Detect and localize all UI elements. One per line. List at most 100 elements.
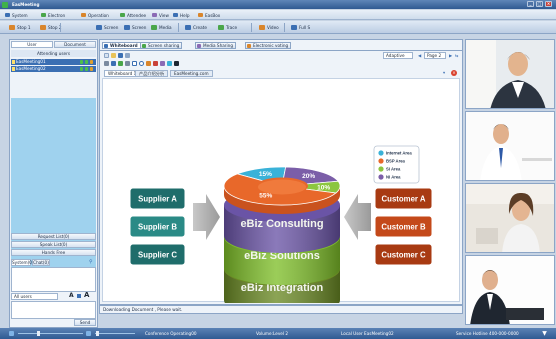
line-width-icon[interactable] <box>167 61 172 66</box>
supplier-label: Supplier B <box>138 223 177 232</box>
menu-help[interactable]: Help <box>172 12 190 19</box>
toolbar-create-button[interactable]: Create <box>184 23 207 32</box>
tab-electronic-voting[interactable]: Electronic voting <box>245 42 292 49</box>
microphone-icon[interactable] <box>86 331 91 336</box>
attendee-name: EasMeeting02 <box>16 66 46 71</box>
title-bar: EasMeeting _ □ × <box>0 0 556 9</box>
eraser-icon[interactable] <box>153 61 158 66</box>
hands-free-button[interactable]: Hands Free <box>11 249 96 256</box>
toolbar-screen-button[interactable]: Screen <box>95 23 118 32</box>
text-icon[interactable] <box>146 61 151 66</box>
toolbar-video-button[interactable]: Video <box>258 23 279 32</box>
hand-icon[interactable] <box>90 60 93 64</box>
microphone-volume-thumb[interactable] <box>96 331 99 336</box>
tab-system-chat[interactable]: System(0) <box>11 259 34 266</box>
image-icon[interactable] <box>160 61 165 66</box>
toolbar-trace-button[interactable]: Trace <box>217 23 237 32</box>
legend-swatch <box>378 166 384 172</box>
camera-icon[interactable] <box>80 60 83 64</box>
page-select[interactable]: Page 2 <box>424 52 446 59</box>
arrow-icon[interactable] <box>125 61 130 66</box>
main-area: Whiteboard Screen sharing Media Sharing … <box>99 39 463 317</box>
tab-list-icon[interactable]: ▾ <box>443 70 449 76</box>
tab-document[interactable]: Document <box>54 41 96 48</box>
tab-chat[interactable]: Chat(0) <box>32 259 50 266</box>
participant-video-4 <box>466 256 554 324</box>
recipient-select[interactable]: All users <box>11 293 58 300</box>
color-icon[interactable] <box>77 294 81 298</box>
toolbar-screen-button[interactable]: Screen <box>123 23 146 32</box>
video-tile-1[interactable] <box>465 39 555 109</box>
download-status: Downloading Document , Please wait. <box>99 305 463 314</box>
participant-video-3 <box>466 184 554 252</box>
send-button[interactable]: Send <box>74 319 96 326</box>
attendee-row-1[interactable]: EasMeeting01 <box>11 59 96 65</box>
print-icon[interactable] <box>125 53 130 58</box>
sync-icon[interactable]: ⇆ <box>455 52 460 59</box>
chat-input[interactable] <box>11 301 96 319</box>
tab-user[interactable]: User <box>11 41 53 48</box>
toolbar-stop-2-button[interactable]: Stop 2 <box>39 23 62 32</box>
menu-bar: System Electron Operation Attendee View Help E… <box>0 10 556 20</box>
attending-users-label: Attending users <box>11 50 96 57</box>
open-icon[interactable] <box>111 53 116 58</box>
pin-icon[interactable]: ⚲ <box>89 260 94 265</box>
pen-icon[interactable] <box>111 61 116 66</box>
whiteboard-canvas[interactable]: Internet Area BSP Area SI Area NI Area eBiz… <box>102 78 460 317</box>
menu-system[interactable]: System <box>4 12 28 19</box>
font-size-icon[interactable]: A <box>84 291 91 299</box>
screen-sharing-icon <box>142 44 146 48</box>
toolbar-media-button[interactable]: Media <box>150 23 172 32</box>
customer-label: Customer C <box>381 251 426 260</box>
new-page-icon[interactable] <box>104 53 109 58</box>
speaker-volume-thumb[interactable] <box>37 331 40 336</box>
toolbar-full-s-button[interactable]: Full S <box>290 23 310 32</box>
menu-operation[interactable]: Operation <box>80 12 109 19</box>
attendee-name: EasMeeting01 <box>16 59 46 64</box>
main-toolbar: Stop 1 Stop 2 Screen Screen Media Create Trace… <box>0 21 556 34</box>
request-list-button[interactable]: Request List(0) <box>11 233 96 240</box>
speaker-icon[interactable] <box>9 331 14 336</box>
hand-icon[interactable] <box>90 67 93 71</box>
menu-electron[interactable]: Electron <box>40 12 65 19</box>
microphone-volume-slider[interactable] <box>95 333 135 334</box>
speaker-volume-slider[interactable] <box>18 333 83 334</box>
menu-view[interactable]: View <box>151 12 169 19</box>
tab-screen-sharing[interactable]: Screen sharing <box>140 42 183 49</box>
electron-icon <box>41 13 46 17</box>
trace-icon <box>218 25 224 30</box>
toolbar-separator <box>60 23 61 32</box>
subtab-product-analysis[interactable]: 产品介绍分析 <box>135 70 169 77</box>
close-document-icon[interactable]: × <box>451 70 457 76</box>
toolbar-stop-1-button[interactable]: Stop 1 <box>8 23 31 32</box>
rectangle-icon[interactable] <box>132 61 137 66</box>
stop-icon <box>9 25 15 30</box>
speak-list-button[interactable]: Speak List(0) <box>11 241 96 248</box>
microphone-icon[interactable] <box>85 60 88 64</box>
video-tile-3[interactable] <box>465 183 555 253</box>
close-button[interactable]: × <box>545 1 552 7</box>
next-page-icon[interactable]: ▶ <box>449 52 454 59</box>
menu-easbox[interactable]: EasBox <box>197 12 220 19</box>
video-tile-2[interactable] <box>465 111 555 181</box>
color-picker-icon[interactable] <box>174 61 179 66</box>
camera-icon[interactable] <box>80 67 83 71</box>
toolbar-separator <box>251 23 252 32</box>
font-icon[interactable]: A <box>69 292 75 299</box>
video-tile-4[interactable] <box>465 255 555 325</box>
pointer-icon[interactable] <box>104 61 109 66</box>
minimize-button[interactable]: _ <box>527 1 534 7</box>
ellipse-icon[interactable] <box>139 61 144 66</box>
line-icon[interactable] <box>118 61 123 66</box>
menu-attendee[interactable]: Attendee <box>119 12 146 19</box>
save-icon[interactable] <box>118 53 123 58</box>
attendee-row-2[interactable]: EasMeeting02 <box>11 66 96 72</box>
prev-page-icon[interactable]: ◀ <box>418 52 423 59</box>
screen-icon <box>124 25 130 30</box>
zoom-select[interactable]: Adaptive <box>383 52 413 59</box>
microphone-icon[interactable] <box>85 67 88 71</box>
tab-media-sharing[interactable]: Media Sharing <box>195 42 236 49</box>
subtab-easmeeting[interactable]: EasMeeting.com <box>170 70 213 77</box>
maximize-button[interactable]: □ <box>536 1 543 7</box>
tab-whiteboard[interactable]: Whiteboard <box>102 42 141 49</box>
